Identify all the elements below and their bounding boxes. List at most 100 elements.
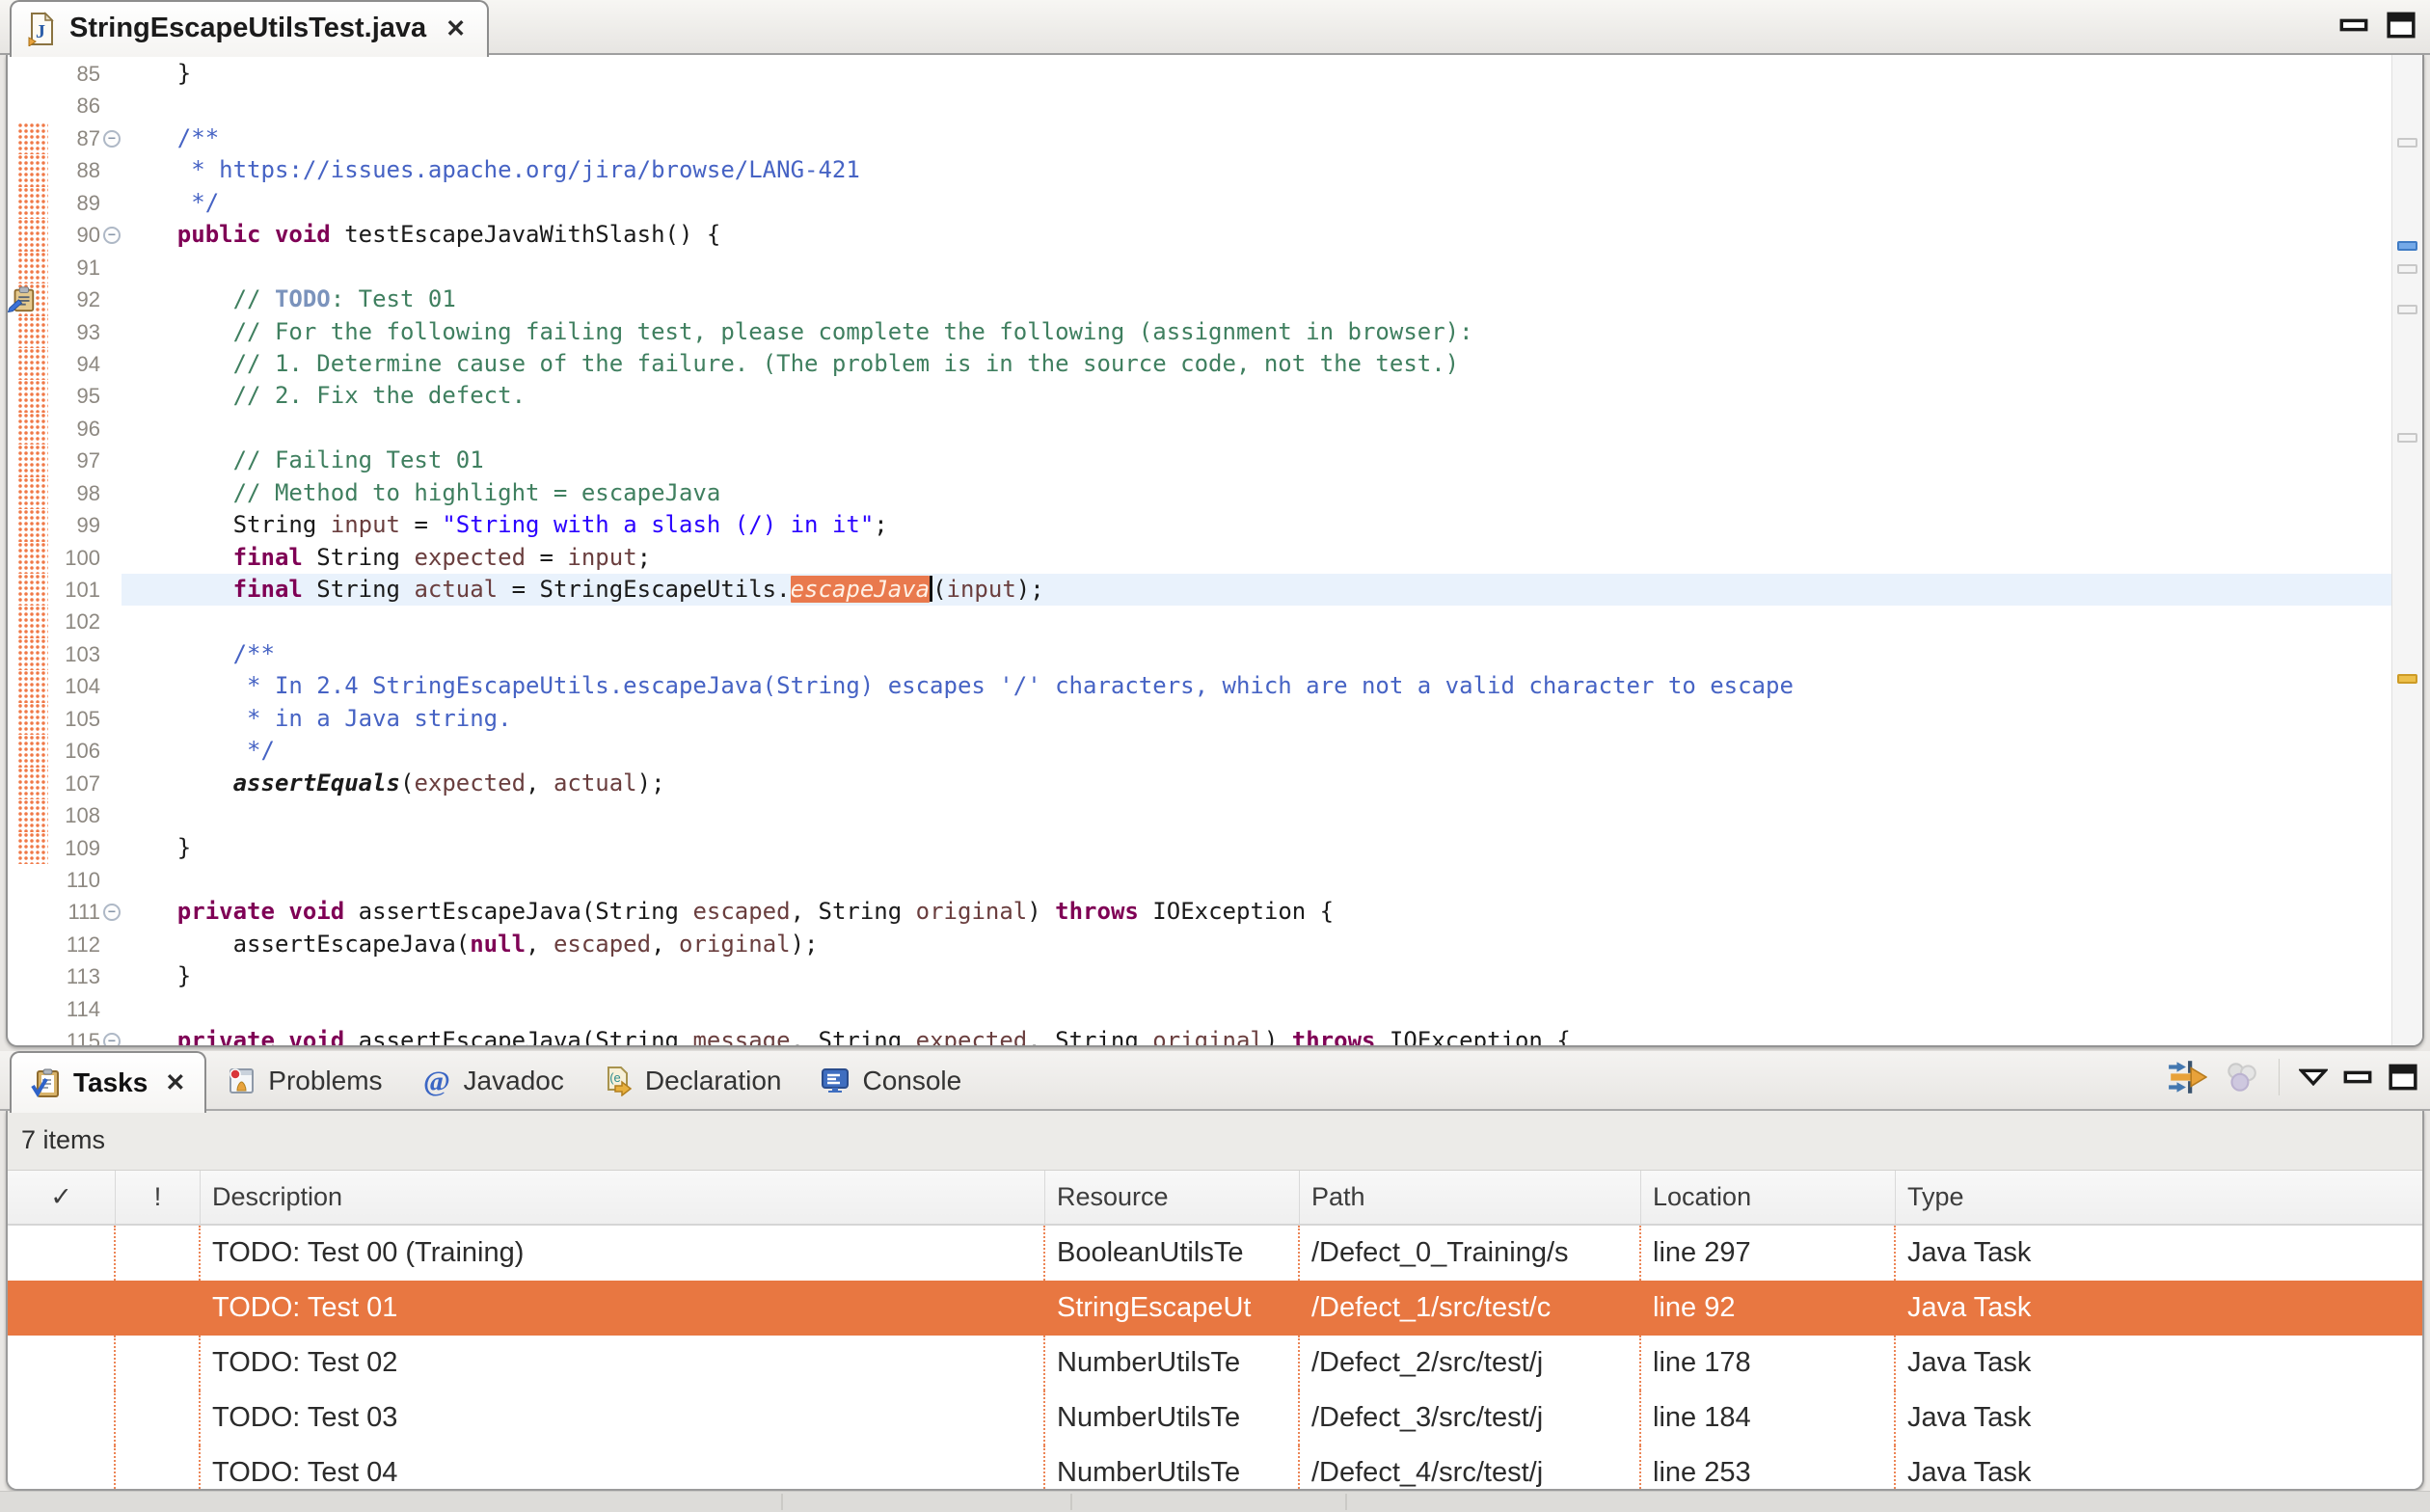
editor-gutter[interactable]: 113 xyxy=(8,960,122,992)
code-line-101[interactable]: 101 final String actual = StringEscapeUt… xyxy=(8,574,2391,607)
editor-gutter[interactable]: 92 xyxy=(8,284,122,316)
editor-gutter[interactable]: 96 xyxy=(8,412,122,446)
code-line-109[interactable]: 109 } xyxy=(8,831,2391,864)
maximize-button[interactable] xyxy=(2388,1064,2418,1091)
code-line-87[interactable]: 87− /** xyxy=(8,122,2391,155)
task-row-3[interactable]: TODO: Test 03 NumberUtilsTe/Defect_3/src/… xyxy=(8,1390,2422,1445)
focus-on-workweek-button[interactable] xyxy=(2167,1059,2207,1095)
overview-marker-info-blue[interactable] xyxy=(2397,241,2417,251)
code-line-89[interactable]: 89 */ xyxy=(8,186,2391,220)
editor-tab-close-icon[interactable]: ✕ xyxy=(446,14,466,43)
editor-gutter[interactable]: 115− xyxy=(8,1025,122,1045)
editor-gutter[interactable]: 85 xyxy=(8,58,122,90)
code-line-115[interactable]: 115− private void assertEscapeJava(Strin… xyxy=(8,1025,2391,1045)
code-line-113[interactable]: 113 } xyxy=(8,960,2391,992)
code-line-112[interactable]: 112 assertEscapeJava(null, escaped, orig… xyxy=(8,929,2391,960)
column-header-type[interactable]: Type xyxy=(1896,1171,2422,1224)
code-line-103[interactable]: 103 /** xyxy=(8,637,2391,671)
code-line-111[interactable]: 111− private void assertEscapeJava(Strin… xyxy=(8,896,2391,928)
editor-gutter[interactable]: 91 xyxy=(8,251,122,284)
editor-gutter[interactable]: 89 xyxy=(8,186,122,220)
categories-button[interactable] xyxy=(2223,1061,2259,1094)
tab-declaration[interactable]: (e Declaration xyxy=(583,1051,801,1111)
editor-gutter[interactable]: 114 xyxy=(8,993,122,1025)
editor-gutter[interactable]: 95 xyxy=(8,380,122,413)
code-line-95[interactable]: 95 // 2. Fix the defect. xyxy=(8,380,2391,413)
code-line-105[interactable]: 105 * in a Java string. xyxy=(8,702,2391,736)
code-line-108[interactable]: 108 xyxy=(8,799,2391,832)
overview-marker-generic[interactable] xyxy=(2397,305,2417,314)
java-task-marker-icon[interactable] xyxy=(8,284,37,313)
code-line-86[interactable]: 86 xyxy=(8,90,2391,122)
tab-problems[interactable]: Problems xyxy=(206,1051,401,1111)
code-line-107[interactable]: 107 assertEquals(expected, actual); xyxy=(8,767,2391,800)
fold-collapse-icon[interactable]: − xyxy=(103,227,121,245)
code-line-88[interactable]: 88 * https://issues.apache.org/jira/brow… xyxy=(8,154,2391,187)
column-header-description[interactable]: Description xyxy=(201,1171,1045,1224)
editor-gutter[interactable]: 110 xyxy=(8,864,122,896)
editor-gutter[interactable]: 108 xyxy=(8,799,122,832)
editor-minimize-button[interactable] xyxy=(2339,18,2368,32)
fold-collapse-icon[interactable]: − xyxy=(103,129,121,148)
overview-marker-generic[interactable] xyxy=(2397,264,2417,274)
editor-gutter[interactable]: 86 xyxy=(8,90,122,122)
editor-gutter[interactable]: 99 xyxy=(8,509,122,542)
editor-gutter[interactable]: 100 xyxy=(8,541,122,574)
editor-gutter[interactable]: 94 xyxy=(8,347,122,381)
code-line-90[interactable]: 90− public void testEscapeJavaWithSlash(… xyxy=(8,219,2391,252)
code-line-100[interactable]: 100 final String expected = input; xyxy=(8,541,2391,574)
tab-javadoc[interactable]: @ Javadoc xyxy=(402,1051,583,1111)
fold-collapse-icon[interactable]: − xyxy=(103,1033,121,1045)
editor-gutter[interactable]: 112 xyxy=(8,929,122,960)
editor-gutter[interactable]: 88 xyxy=(8,154,122,187)
editor-gutter[interactable]: 111− xyxy=(8,896,122,928)
editor-gutter[interactable]: 101 xyxy=(8,574,122,607)
column-header-priority[interactable]: ! xyxy=(116,1171,201,1224)
code-line-97[interactable]: 97 // Failing Test 01 xyxy=(8,445,2391,477)
editor-gutter[interactable]: 87− xyxy=(8,122,122,155)
code-line-96[interactable]: 96 xyxy=(8,412,2391,446)
code-line-91[interactable]: 91 xyxy=(8,251,2391,284)
editor-gutter[interactable]: 93 xyxy=(8,315,122,348)
view-menu-button[interactable] xyxy=(2299,1068,2328,1086)
code-line-94[interactable]: 94 // 1. Determine cause of the failure.… xyxy=(8,347,2391,381)
editor-gutter[interactable]: 105 xyxy=(8,702,122,736)
editor-gutter[interactable]: 98 xyxy=(8,476,122,510)
task-row-1[interactable]: TODO: Test 01 StringEscapeUt/Defect_1/src… xyxy=(8,1281,2422,1336)
tab-tasks[interactable]: Tasks ✕ xyxy=(10,1051,207,1113)
code-line-98[interactable]: 98 // Method to highlight = escapeJava xyxy=(8,476,2391,510)
overview-marker-generic[interactable] xyxy=(2397,433,2417,443)
code-line-99[interactable]: 99 String input = "String with a slash (… xyxy=(8,509,2391,542)
editor-gutter[interactable]: 90− xyxy=(8,219,122,252)
task-row-4[interactable]: TODO: Test 04 NumberUtilsTe/Defect_4/src/… xyxy=(8,1445,2422,1489)
column-header-location[interactable]: Location xyxy=(1641,1171,1896,1224)
overview-marker-generic[interactable] xyxy=(2397,138,2417,148)
code-line-114[interactable]: 114 xyxy=(8,993,2391,1025)
overview-marker-task-gold[interactable] xyxy=(2397,674,2417,684)
editor-tab-stringescapeutilstest[interactable]: J StringEscapeUtilsTest.java ✕ xyxy=(10,0,490,57)
fold-collapse-icon[interactable]: − xyxy=(103,904,121,922)
editor-gutter[interactable]: 109 xyxy=(8,831,122,864)
editor-gutter[interactable]: 106 xyxy=(8,735,122,768)
column-header-resource[interactable]: Resource xyxy=(1045,1171,1300,1224)
code-area[interactable]: 85 } 86 87− /** 88 * https://issues.apache.… xyxy=(8,55,2391,1045)
editor-gutter[interactable]: 103 xyxy=(8,637,122,671)
task-row-0[interactable]: TODO: Test 00 (Training) BooleanUtilsTe/D… xyxy=(8,1226,2422,1281)
task-row-2[interactable]: TODO: Test 02 NumberUtilsTe/Defect_2/src/… xyxy=(8,1336,2422,1390)
editor-gutter[interactable]: 102 xyxy=(8,606,122,638)
overview-ruler[interactable] xyxy=(2391,55,2422,1045)
editor-maximize-button[interactable] xyxy=(2386,12,2416,39)
code-line-92[interactable]: 92 // TODO: Test 01 xyxy=(8,284,2391,316)
minimize-button[interactable] xyxy=(2343,1070,2372,1084)
code-line-110[interactable]: 110 xyxy=(8,864,2391,896)
tab-console[interactable]: Console xyxy=(800,1051,981,1111)
code-line-104[interactable]: 104 * In 2.4 StringEscapeUtils.escapeJav… xyxy=(8,670,2391,703)
editor-gutter[interactable]: 107 xyxy=(8,767,122,800)
editor-gutter[interactable]: 104 xyxy=(8,670,122,703)
editor-gutter[interactable]: 97 xyxy=(8,445,122,477)
code-line-93[interactable]: 93 // For the following failing test, pl… xyxy=(8,315,2391,348)
code-line-85[interactable]: 85 } xyxy=(8,58,2391,90)
code-line-106[interactable]: 106 */ xyxy=(8,735,2391,768)
tab-close-icon[interactable]: ✕ xyxy=(165,1068,185,1097)
column-header-completion[interactable]: ✓ xyxy=(8,1171,116,1224)
